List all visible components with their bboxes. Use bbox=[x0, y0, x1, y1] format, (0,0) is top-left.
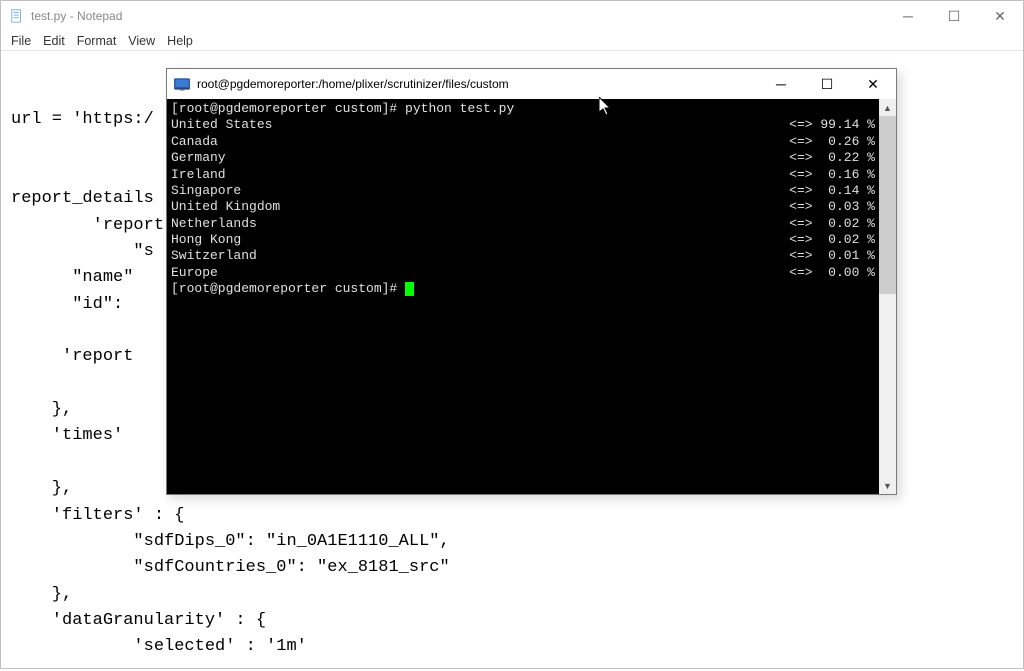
terminal-line: [root@pgdemoreporter custom]# python tes… bbox=[171, 101, 875, 117]
terminal-close-button[interactable]: ✕ bbox=[850, 69, 896, 99]
terminal-row: Canada <=> 0.26 % bbox=[171, 134, 875, 150]
scroll-down-arrow[interactable]: ▼ bbox=[879, 477, 896, 494]
row-country: Europe bbox=[171, 265, 218, 281]
terminal-window: root@pgdemoreporter:/home/plixer/scrutin… bbox=[166, 68, 897, 495]
terminal-maximize-button[interactable]: ☐ bbox=[804, 69, 850, 99]
notepad-icon bbox=[9, 8, 25, 24]
row-country: Singapore bbox=[171, 183, 241, 199]
notepad-title: test.py - Notepad bbox=[31, 9, 122, 23]
terminal-row: Switzerland <=> 0.01 % bbox=[171, 248, 875, 264]
terminal-title: root@pgdemoreporter:/home/plixer/scrutin… bbox=[197, 77, 509, 91]
row-value: <=> 99.14 % bbox=[789, 117, 875, 133]
scroll-thumb[interactable] bbox=[879, 116, 896, 294]
row-country: Netherlands bbox=[171, 216, 257, 232]
menu-view[interactable]: View bbox=[128, 34, 155, 48]
row-value: <=> 0.16 % bbox=[789, 167, 875, 183]
row-country: United Kingdom bbox=[171, 199, 280, 215]
row-value: <=> 0.00 % bbox=[789, 265, 875, 281]
menu-edit[interactable]: Edit bbox=[43, 34, 65, 48]
terminal-row: Hong Kong <=> 0.02 % bbox=[171, 232, 875, 248]
row-value: <=> 0.26 % bbox=[789, 134, 875, 150]
row-country: Hong Kong bbox=[171, 232, 241, 248]
terminal-minimize-button[interactable]: ─ bbox=[758, 69, 804, 99]
terminal-row: Germany <=> 0.22 % bbox=[171, 150, 875, 166]
menu-file[interactable]: File bbox=[11, 34, 31, 48]
terminal-row: United States <=> 99.14 % bbox=[171, 117, 875, 133]
terminal-prompt[interactable]: [root@pgdemoreporter custom]# bbox=[171, 281, 875, 297]
terminal-row: United Kingdom <=> 0.03 % bbox=[171, 199, 875, 215]
terminal-row: Ireland <=> 0.16 % bbox=[171, 167, 875, 183]
menu-format[interactable]: Format bbox=[77, 34, 117, 48]
row-value: <=> 0.02 % bbox=[789, 232, 875, 248]
row-country: Ireland bbox=[171, 167, 226, 183]
close-button[interactable]: ✕ bbox=[977, 1, 1023, 31]
terminal-row: Netherlands <=> 0.02 % bbox=[171, 216, 875, 232]
terminal-scrollbar[interactable]: ▲ ▼ bbox=[879, 99, 896, 494]
terminal-output[interactable]: [root@pgdemoreporter custom]# python tes… bbox=[167, 99, 879, 494]
terminal-row: Singapore <=> 0.14 % bbox=[171, 183, 875, 199]
row-value: <=> 0.14 % bbox=[789, 183, 875, 199]
row-country: Germany bbox=[171, 150, 226, 166]
menu-help[interactable]: Help bbox=[167, 34, 193, 48]
row-value: <=> 0.02 % bbox=[789, 216, 875, 232]
row-country: Switzerland bbox=[171, 248, 257, 264]
notepad-menubar: File Edit Format View Help bbox=[1, 31, 1023, 51]
row-value: <=> 0.03 % bbox=[789, 199, 875, 215]
terminal-row: Europe <=> 0.00 % bbox=[171, 265, 875, 281]
row-value: <=> 0.01 % bbox=[789, 248, 875, 264]
terminal-titlebar[interactable]: root@pgdemoreporter:/home/plixer/scrutin… bbox=[167, 69, 896, 99]
row-country: United States bbox=[171, 117, 272, 133]
minimize-button[interactable]: ─ bbox=[885, 1, 931, 31]
putty-icon bbox=[173, 75, 191, 93]
row-country: Canada bbox=[171, 134, 218, 150]
maximize-button[interactable]: ☐ bbox=[931, 1, 977, 31]
cursor bbox=[405, 282, 414, 296]
scroll-up-arrow[interactable]: ▲ bbox=[879, 99, 896, 116]
notepad-titlebar[interactable]: test.py - Notepad ─ ☐ ✕ bbox=[1, 1, 1023, 31]
row-value: <=> 0.22 % bbox=[789, 150, 875, 166]
